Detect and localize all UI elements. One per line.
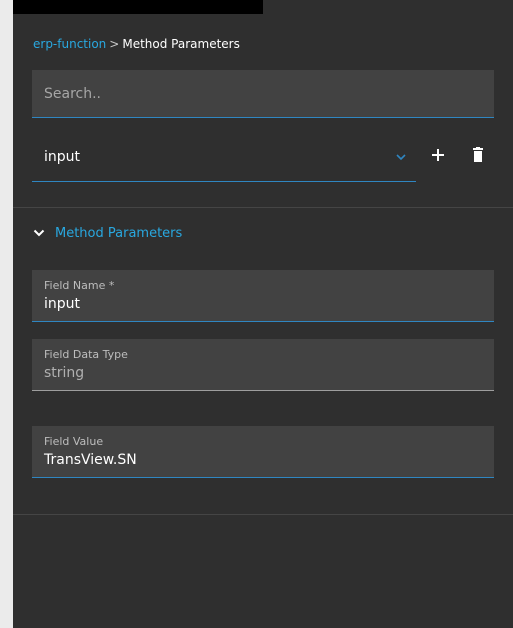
breadcrumb-current: Method Parameters <box>122 37 240 51</box>
properties-panel: erp-function>Method Parameters input Met… <box>13 0 513 628</box>
chevron-down-icon <box>33 229 45 237</box>
section-title: Method Parameters <box>55 225 183 241</box>
field-data-type-input[interactable]: Field Data Type string <box>32 339 494 391</box>
field-value: TransView.SN <box>44 452 137 468</box>
divider <box>13 514 513 515</box>
trash-icon[interactable] <box>469 146 487 164</box>
method-parameters-section-toggle[interactable]: Method Parameters <box>33 224 182 242</box>
parameter-select[interactable]: input <box>32 138 416 182</box>
search-input[interactable] <box>32 70 494 117</box>
breadcrumb: erp-function > Method Parameters <box>33 37 240 51</box>
search-box <box>32 70 494 118</box>
field-value: input <box>44 296 81 312</box>
field-label: Field Value <box>44 435 104 448</box>
field-label: Field Name * <box>44 279 115 292</box>
breadcrumb-separator: > <box>109 37 120 51</box>
breadcrumb-parent-link[interactable]: erp-function <box>33 37 106 51</box>
parameter-select-value: input <box>44 149 81 165</box>
top-bar <box>13 0 263 14</box>
chevron-down-icon <box>396 154 406 161</box>
field-value: string <box>44 365 85 381</box>
plus-icon[interactable] <box>429 146 447 164</box>
field-label: Field Data Type <box>44 348 128 361</box>
left-edge-strip <box>0 0 13 628</box>
field-value-input[interactable]: Field Value TransView.SN <box>32 426 494 478</box>
divider <box>13 207 513 208</box>
field-name-input[interactable]: Field Name * input <box>32 270 494 322</box>
